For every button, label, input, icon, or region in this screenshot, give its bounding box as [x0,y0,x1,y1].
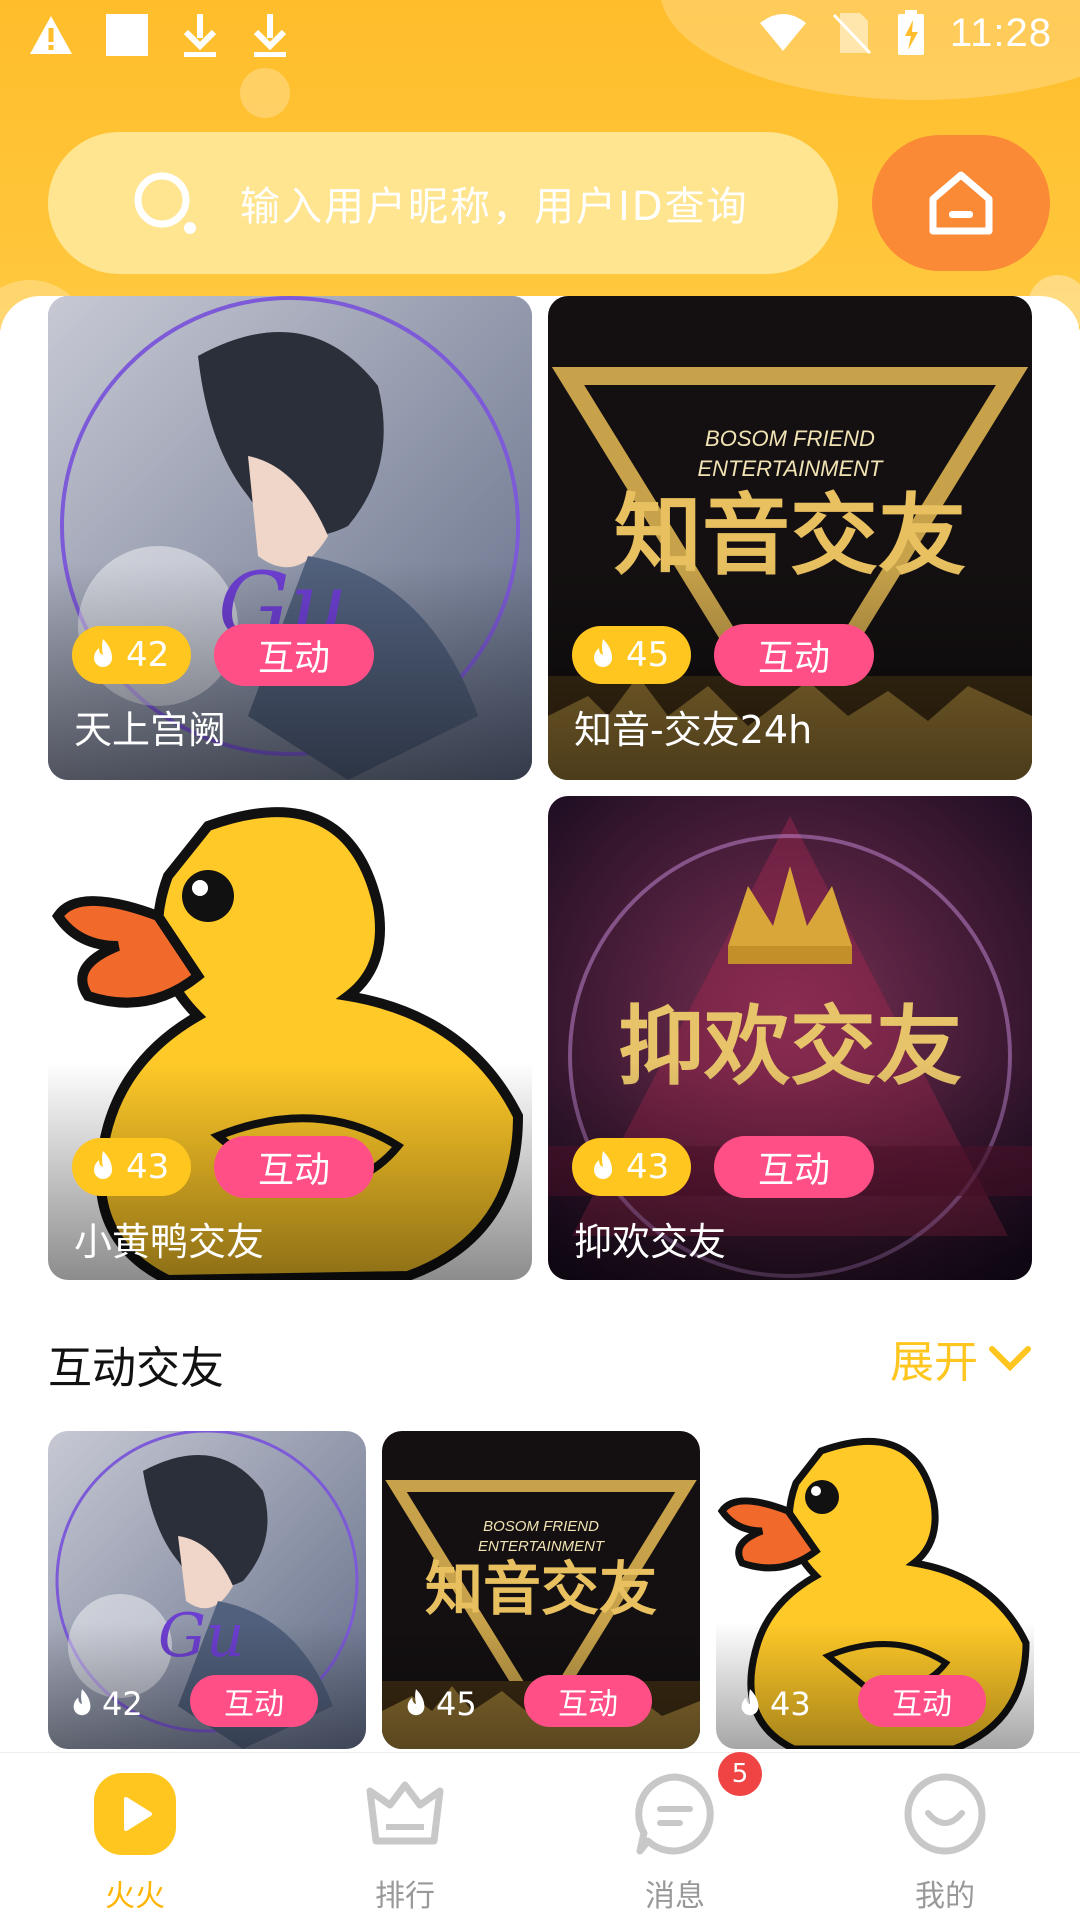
content-area: Gu 42 互动 天上宫阙 BOSOM FRIEND ENTERTAINMENT… [0,296,1080,1751]
section-title: 互动交友 [48,1343,224,1394]
fire-icon [94,639,112,667]
nav-item-messages[interactable]: 消息 [540,1753,810,1921]
svg-text:ENTERTAINMENT: ENTERTAINMENT [478,1538,606,1555]
expand-button[interactable]: 展开 [890,1326,1032,1390]
room-card[interactable]: 抑欢交友 43 互动 抑欢交友 [548,796,1032,1280]
interactive-tag: 互动 [214,1136,374,1198]
search-input[interactable]: 输入用户昵称，用户ID查询 [48,132,838,274]
bottom-nav: 火火 排行 消息 我的 [0,1752,1080,1921]
nav-item-profile[interactable]: 我的 [810,1753,1080,1921]
room-card-small[interactable]: BOSOM FRIEND ENTERTAINMENT 知音交友 45 互动 [382,1431,700,1749]
heat-badge: 45 [572,626,692,684]
svg-text:ENTERTAINMENT: ENTERTAINMENT [698,456,885,481]
chevron-down-icon [989,1346,1031,1372]
fire-icon [594,639,612,667]
search-icon [130,168,200,238]
header: 11:28 输入用户昵称，用户ID查询 [0,0,1080,330]
clock: 11:28 [949,10,1052,55]
featured-grid: Gu 42 互动 天上宫阙 BOSOM FRIEND ENTERTAINMENT… [48,296,1032,1280]
heat-badge: 43 [72,1138,192,1196]
battery-charging-icon [897,10,924,55]
nav-item-home[interactable]: 火火 [0,1753,270,1921]
message-badge: 5 [718,1752,762,1796]
fire-icon [73,1689,91,1716]
crown-icon [362,1771,448,1857]
svg-text:知音交友: 知音交友 [425,1555,657,1623]
warning-icon [30,16,72,54]
room-name: 小黄鸭交友 [74,1220,265,1264]
interactive-tag: 互动 [858,1675,986,1727]
room-card[interactable]: Gu 42 互动 天上宫阙 [48,296,532,780]
fire-icon [94,1151,112,1179]
heat-badge: 43 [736,1685,811,1723]
search-placeholder: 输入用户昵称，用户ID查询 [240,184,749,230]
no-sim-icon [832,13,871,55]
download-icon [183,14,217,57]
room-card-small[interactable]: Gu 42 互动 [48,1431,366,1749]
room-name: 知音-交友24h [574,708,813,752]
room-card[interactable]: BOSOM FRIEND ENTERTAINMENT 知音交友 45 互动 知音… [548,296,1032,780]
interactive-tag: 互动 [714,1136,874,1198]
room-card[interactable]: 43 互动 小黄鸭交友 [48,796,532,1280]
smile-icon [902,1771,988,1857]
room-name: 抑欢交友 [574,1220,727,1264]
heat-badge: 43 [572,1138,692,1196]
svg-text:BOSOM FRIEND: BOSOM FRIEND [705,426,875,451]
svg-text:BOSOM FRIEND: BOSOM FRIEND [483,1518,599,1535]
interactive-row: Gu 42 互动 BOSOM FRIEND ENTERTAINMENT 知音交友 [48,1431,1034,1749]
home-icon [929,171,993,235]
download-icon [253,14,287,57]
nav-item-rank[interactable]: 排行 [270,1753,540,1921]
status-bar: 11:28 [0,0,1080,80]
square-icon [106,14,148,56]
interactive-tag: 互动 [524,1675,652,1727]
play-icon [92,1771,178,1857]
interactive-tag: 互动 [190,1675,318,1727]
fire-icon [407,1689,425,1716]
heat-badge: 45 [402,1685,477,1723]
interactive-tag: 互动 [714,624,874,686]
room-card-small[interactable]: 43 互动 [716,1431,1034,1749]
interactive-tag: 互动 [214,624,374,686]
wifi-icon [759,14,806,51]
message-icon [632,1771,718,1857]
room-name: 天上宫阙 [74,708,227,752]
heat-badge: 42 [68,1685,143,1723]
fire-icon [594,1151,612,1179]
heat-badge: 42 [72,626,192,684]
fire-icon [741,1689,759,1716]
home-button[interactable] [872,135,1050,271]
